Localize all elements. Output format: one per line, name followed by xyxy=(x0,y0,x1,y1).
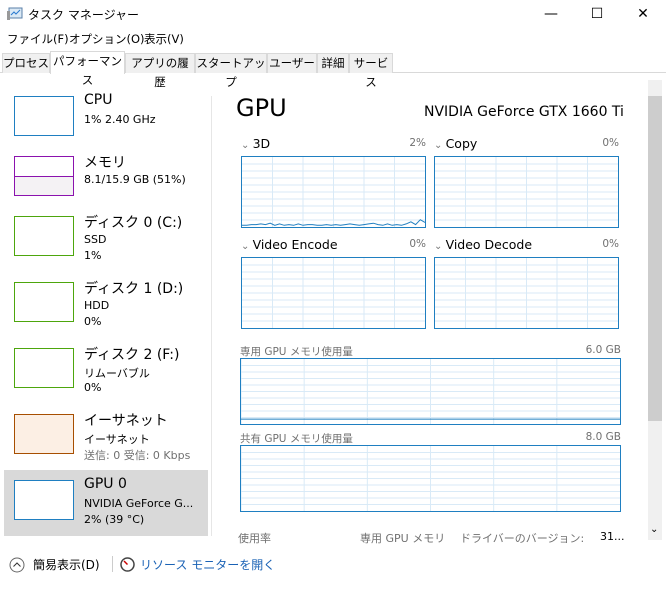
dedicated-memory-max: 6.0 GB xyxy=(585,344,621,356)
sidebar-item-0[interactable]: CPU 1% 2.40 GHz xyxy=(4,86,208,152)
tab-startup[interactable]: スタートアップ xyxy=(195,53,267,89)
chevron-up-circle-icon[interactable] xyxy=(9,557,25,573)
sidebar-thumbnail-graph xyxy=(14,480,74,520)
sidebar-item-detail: リムーバブル xyxy=(84,367,150,380)
engine-label: Video Encode xyxy=(252,237,338,252)
scrollbar-thumb[interactable] xyxy=(648,96,662,421)
menu-file[interactable]: ファイル(F) xyxy=(7,31,69,47)
shared-memory-graph xyxy=(240,445,621,512)
sidebar-item-detail: HDD xyxy=(84,299,110,312)
tab-performance[interactable]: パフォーマンス xyxy=(50,51,125,87)
engine-graph xyxy=(434,156,619,228)
sidebar-item-value: 0% xyxy=(84,315,102,328)
engine-selector[interactable]: ⌄ Copy xyxy=(434,136,477,151)
sidebar-item-name: ディスク 0 (C:) xyxy=(84,215,183,231)
dedicated-memory-label: 専用 GPU メモリ使用量 xyxy=(240,346,353,358)
sidebar-item-value: 送信: 0 受信: 0 Kbps xyxy=(84,449,191,462)
window-title: タスク マネージャー xyxy=(28,8,139,22)
engine-selector[interactable]: ⌄ Video Decode xyxy=(434,237,532,252)
sidebar-item-2[interactable]: ディスク 0 (C:) SSD 1% xyxy=(4,206,208,272)
sidebar-item-detail: 8.1/15.9 GB (51%) xyxy=(84,173,186,186)
stat-usage-label: 使用率 xyxy=(238,532,271,545)
sidebar-item-5[interactable]: イーサネット イーサネット 送信: 0 受信: 0 Kbps xyxy=(4,404,208,470)
chevron-down-icon: ⌄ xyxy=(241,140,253,151)
sidebar-item-name: GPU 0 xyxy=(84,476,127,492)
scrollbar[interactable]: ⌄ xyxy=(648,80,662,540)
engine-label: Copy xyxy=(445,136,478,151)
tab-services[interactable]: サービス xyxy=(349,53,393,89)
title-bar: タスク マネージャー — ☐ ✕ xyxy=(0,0,666,28)
chevron-down-icon: ⌄ xyxy=(434,140,446,151)
sidebar-item-1[interactable]: メモリ 8.1/15.9 GB (51%) xyxy=(4,146,208,212)
minimize-button[interactable]: — xyxy=(528,0,574,28)
footer-divider xyxy=(112,556,113,572)
sidebar-item-name: CPU xyxy=(84,92,113,108)
engine-graph xyxy=(241,257,426,329)
gpu-model: NVIDIA GeForce GTX 1660 Ti xyxy=(424,104,624,120)
task-manager-icon xyxy=(7,7,23,20)
chevron-down-icon: ⌄ xyxy=(434,241,446,252)
engine-graph xyxy=(434,257,619,329)
sidebar-item-value: 0% xyxy=(84,381,102,394)
fewer-details-button[interactable]: 簡易表示(D) xyxy=(33,556,100,573)
shared-memory-label: 共有 GPU メモリ使用量 xyxy=(240,433,353,445)
engine-label: Video Decode xyxy=(445,237,533,252)
sidebar-item-name: メモリ xyxy=(84,155,126,171)
engine-percent: 0% xyxy=(409,238,426,250)
engine-selector[interactable]: ⌄ 3D xyxy=(241,136,270,151)
tab-bar: プロセス パフォーマンス アプリの履歴 スタートアップ ユーザー 詳細 サービス xyxy=(0,51,666,89)
sidebar-item-name: ディスク 2 (F:) xyxy=(84,347,180,363)
page-title: GPU xyxy=(236,94,287,122)
stat-driver-label: ドライバーのバージョン: xyxy=(460,532,585,545)
resource-monitor-icon xyxy=(120,557,135,572)
shared-memory-max: 8.0 GB xyxy=(585,431,621,443)
stat-driver-value: 31... xyxy=(600,530,625,543)
sidebar-thumbnail-graph xyxy=(14,414,74,454)
maximize-button[interactable]: ☐ xyxy=(574,0,620,28)
engine-selector[interactable]: ⌄ Video Encode xyxy=(241,237,338,252)
dedicated-memory-graph xyxy=(240,358,621,425)
divider xyxy=(211,96,212,536)
sidebar-thumbnail-graph xyxy=(14,96,74,136)
sidebar-item-name: イーサネット xyxy=(84,413,168,429)
sidebar-thumbnail-graph xyxy=(14,282,74,322)
tab-users[interactable]: ユーザー xyxy=(267,53,317,73)
sidebar-item-detail: イーサネット xyxy=(84,433,150,446)
engine-percent: 2% xyxy=(409,137,426,149)
sidebar-item-6[interactable]: GPU 0 NVIDIA GeForce G... 2% (39 °C) xyxy=(4,470,208,536)
sidebar-thumbnail-graph xyxy=(14,156,74,196)
sidebar-thumbnail-graph xyxy=(14,348,74,388)
engine-percent: 0% xyxy=(602,238,619,250)
sidebar-item-name: ディスク 1 (D:) xyxy=(84,281,184,297)
sidebar-item-detail: SSD xyxy=(84,233,107,246)
sidebar-thumbnail-graph xyxy=(14,216,74,256)
sidebar-item-3[interactable]: ディスク 1 (D:) HDD 0% xyxy=(4,272,208,338)
sidebar-item-4[interactable]: ディスク 2 (F:) リムーバブル 0% xyxy=(4,338,208,404)
sidebar-item-value: 1% xyxy=(84,249,102,262)
engine-graph xyxy=(241,156,426,228)
stat-dedicated-label: 専用 GPU メモリ xyxy=(360,532,446,545)
chevron-down-icon: ⌄ xyxy=(241,241,253,252)
tab-processes[interactable]: プロセス xyxy=(2,53,50,73)
engine-percent: 0% xyxy=(602,137,619,149)
close-button[interactable]: ✕ xyxy=(620,0,666,28)
sidebar-item-detail: 1% 2.40 GHz xyxy=(84,113,156,126)
tab-app-history[interactable]: アプリの履歴 xyxy=(125,53,195,89)
sidebar-item-value: 2% (39 °C) xyxy=(84,513,145,526)
tab-details[interactable]: 詳細 xyxy=(317,53,349,73)
open-resource-monitor-link[interactable]: リソース モニターを開く xyxy=(140,556,275,573)
sidebar-item-detail: NVIDIA GeForce G... xyxy=(84,497,194,510)
scroll-down-icon[interactable]: ⌄ xyxy=(650,524,658,535)
menu-view[interactable]: 表示(V) xyxy=(144,31,184,47)
menu-options[interactable]: オプション(O) xyxy=(69,31,145,47)
engine-label: 3D xyxy=(252,136,271,151)
